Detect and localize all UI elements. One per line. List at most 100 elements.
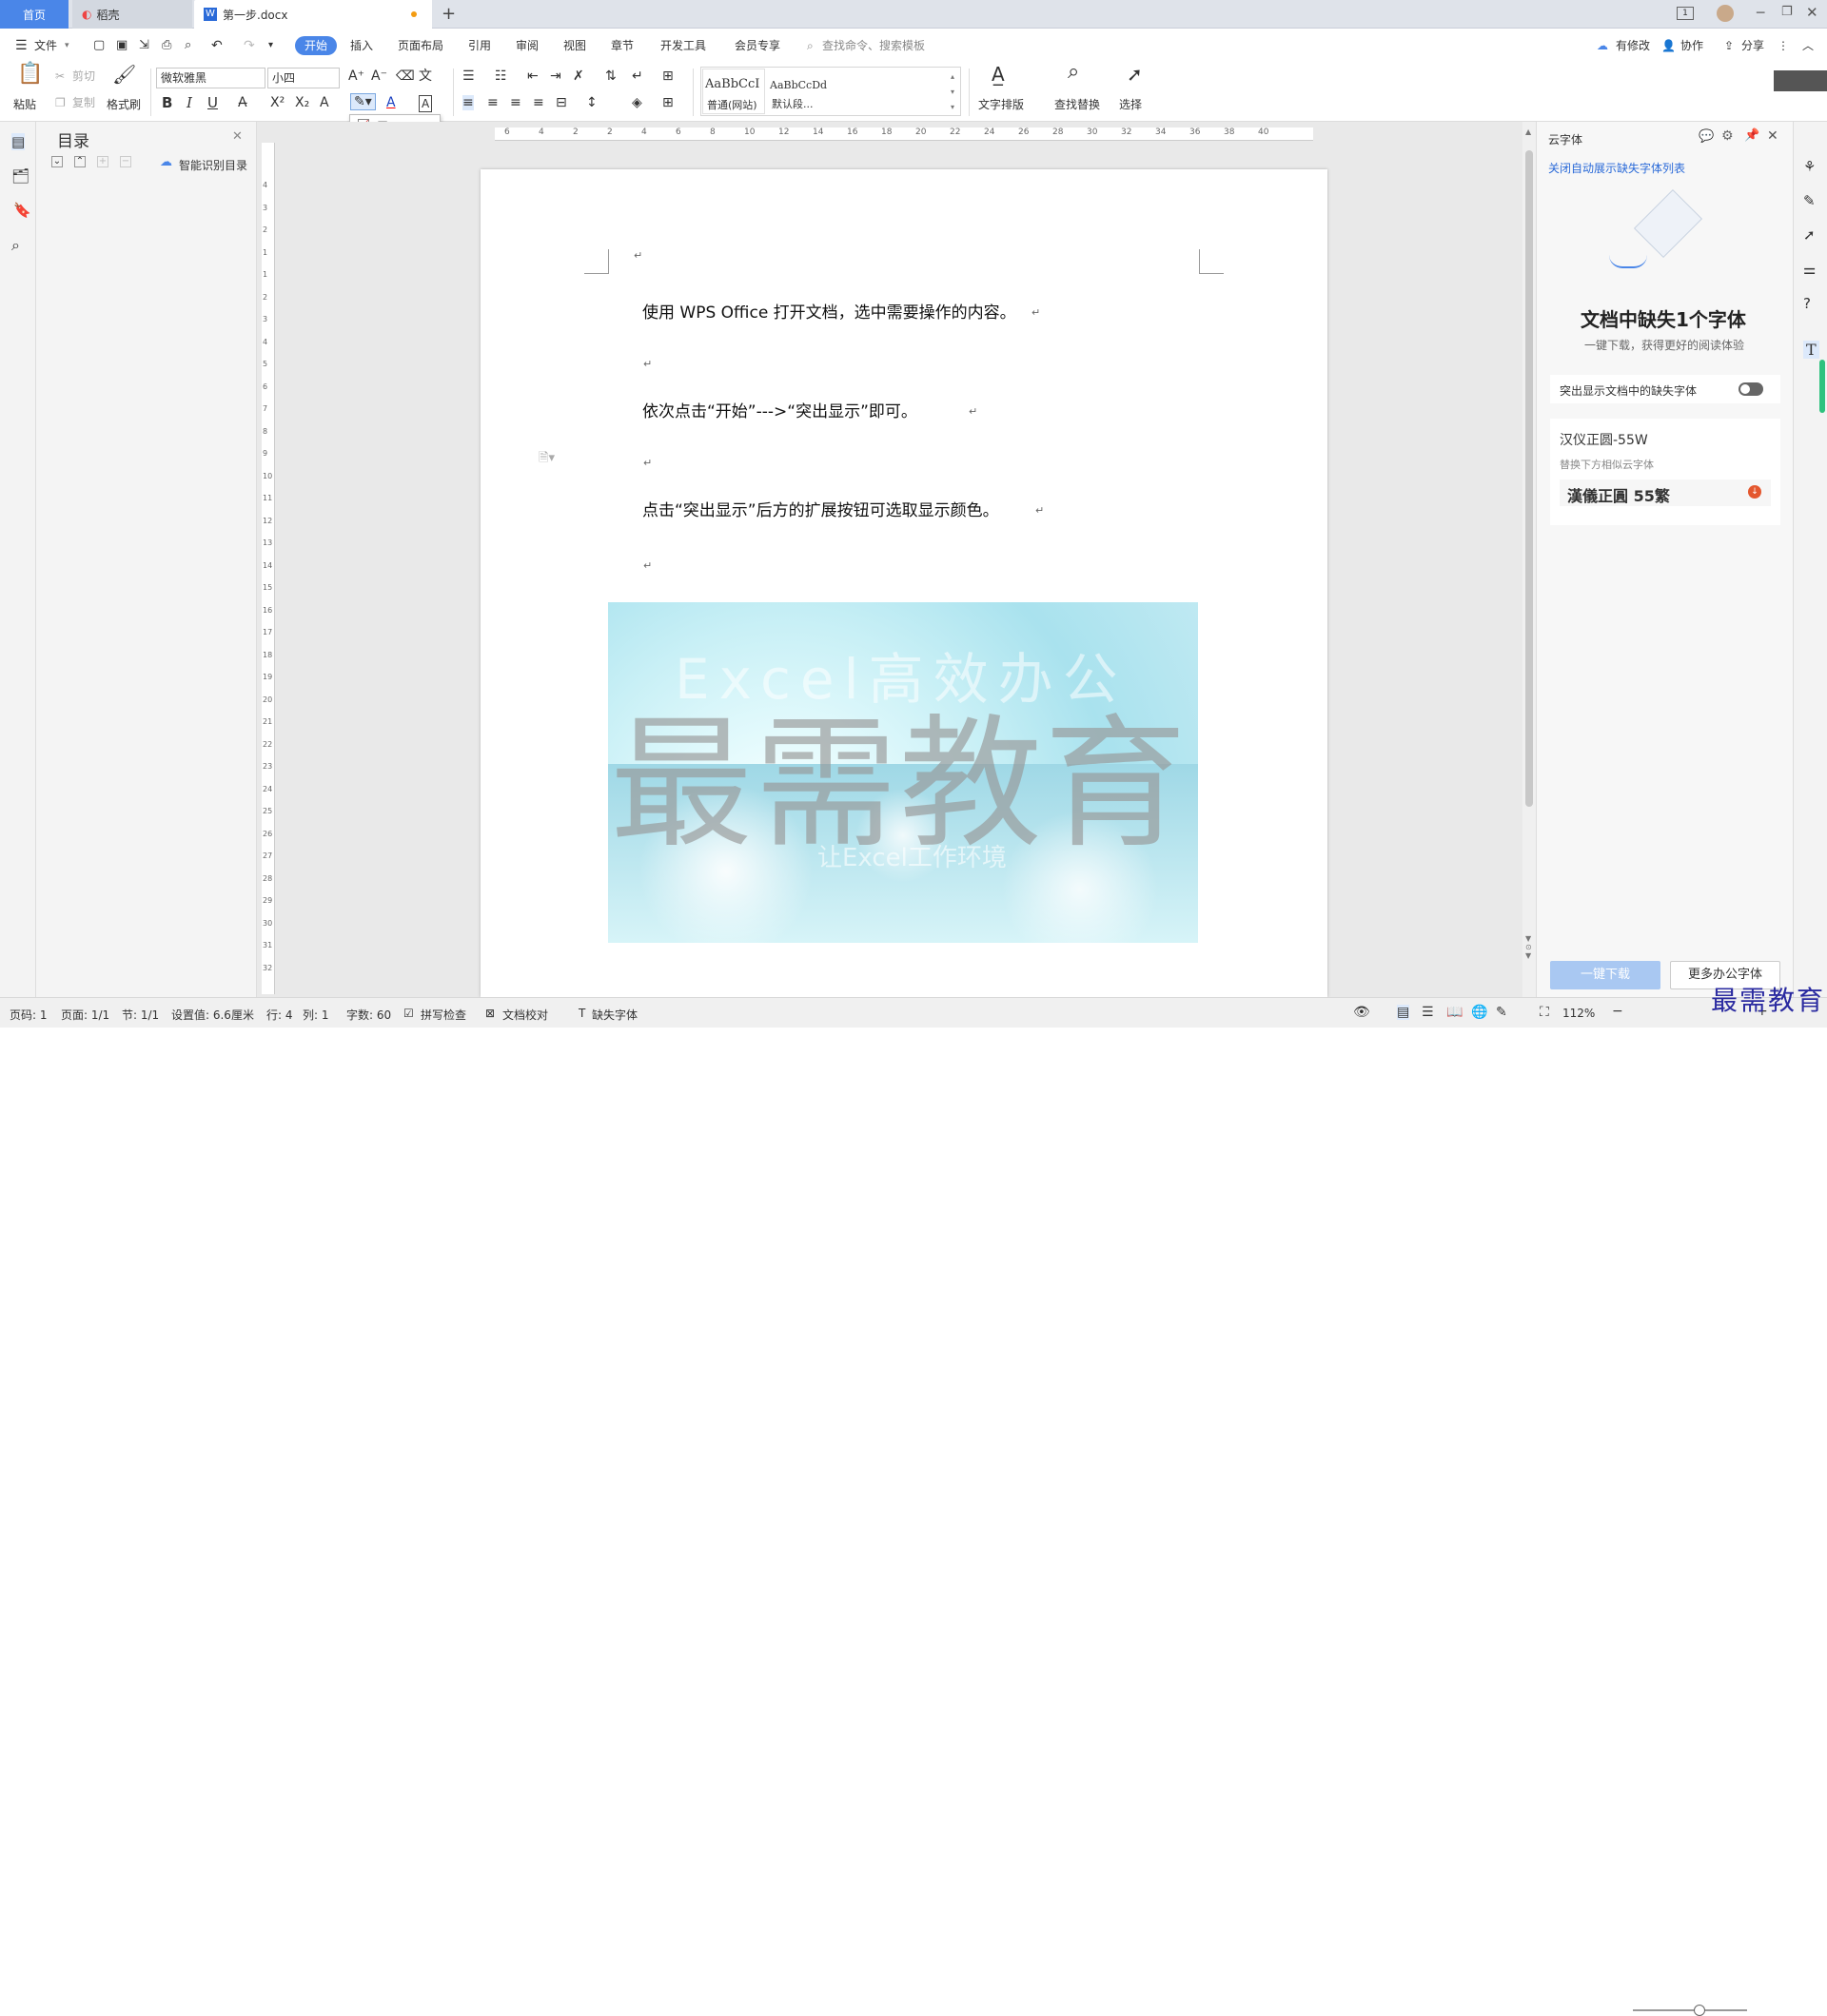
pin-icon[interactable]: 📌 [1744, 128, 1759, 143]
spellcheck-button[interactable]: 拼写检查 [421, 1007, 466, 1023]
menu-page-layout[interactable]: 页面布局 [398, 36, 443, 55]
save-icon[interactable]: ▣ [116, 36, 128, 55]
proof-button[interactable]: 文档校对 [502, 1007, 548, 1023]
decrease-indent-icon[interactable]: ⇤ [527, 69, 539, 84]
edit-icon[interactable]: ✎ [1803, 192, 1816, 209]
line-spacing-icon[interactable]: ↕ [586, 95, 598, 110]
phonetic-icon[interactable]: 文 [419, 69, 432, 84]
missing-font-button[interactable]: 缺失字体 [592, 1007, 638, 1023]
cursor-icon[interactable]: ➚ [1803, 226, 1816, 244]
modify-button[interactable]: 有修改 [1616, 36, 1650, 55]
close-icon[interactable]: ✕ [232, 129, 243, 144]
zoom-out-icon[interactable]: − [1612, 1004, 1623, 1019]
close-auto-show-link[interactable]: 关闭自动展示缺失字体列表 [1548, 160, 1685, 176]
customize-icon[interactable]: ▾ [268, 36, 273, 55]
paste-button[interactable]: 粘贴 [13, 97, 36, 112]
collab-button[interactable]: 协作 [1680, 36, 1703, 55]
undo-icon[interactable]: ↶ [211, 36, 223, 55]
status-words[interactable]: 字数: 60 [346, 1007, 391, 1023]
one-click-download-button[interactable]: 一键下载 [1550, 961, 1660, 989]
help-icon[interactable]: ? [1803, 295, 1811, 312]
doc-paragraph-1[interactable]: 使用 WPS Office 打开文档，选中需要操作的内容。 [642, 299, 1016, 323]
bookmark-icon[interactable]: 🔖 [13, 202, 31, 219]
collapse-ribbon-icon[interactable]: ︿ [1802, 36, 1814, 55]
style-default-para[interactable]: AaBbCcDd 默认段... [768, 69, 939, 114]
font-size-select[interactable]: 小四 [267, 68, 340, 88]
style-icon[interactable]: ⚘ [1803, 158, 1816, 175]
zoom-level[interactable]: 112% [1562, 1007, 1595, 1020]
bold-button[interactable]: B [162, 95, 172, 110]
chat-icon[interactable]: 💬 [1699, 129, 1714, 144]
borders-icon[interactable]: ⊞ [662, 95, 674, 110]
align-right-icon[interactable]: ≡ [510, 95, 521, 110]
strikethrough-icon[interactable]: A̶ [238, 95, 247, 110]
align-left-icon[interactable]: ≡ [462, 95, 474, 110]
print-preview-icon[interactable]: ⌕ [185, 36, 191, 55]
replacement-font-item[interactable]: 漢儀正圓 55繁 ↓ [1560, 480, 1771, 506]
status-setting[interactable]: 设置值: 6.6厘米 [171, 1007, 254, 1023]
smart-toc-button[interactable]: 智能识别目录 [179, 157, 247, 173]
menu-member[interactable]: 会员专享 [735, 36, 780, 55]
eye-protect-icon[interactable]: 👁 [1353, 1005, 1370, 1020]
add-level-icon[interactable]: + [97, 156, 108, 167]
screen-recorder-widget[interactable] [1774, 70, 1827, 91]
increase-indent-icon[interactable]: ⇥ [550, 69, 561, 84]
shrink-font-icon[interactable]: A⁻ [371, 69, 387, 84]
tab-list-icon[interactable]: 1 [1677, 7, 1694, 20]
gallery-more-icon[interactable]: ▴ ▾ ▾ [951, 69, 954, 115]
menu-file[interactable]: 文件 [34, 36, 57, 55]
table-layout-icon[interactable]: ⊞ [662, 69, 674, 84]
sliders-icon[interactable]: ⚌ [1803, 261, 1816, 278]
minimize-icon[interactable]: ─ [1757, 6, 1764, 21]
redo-icon[interactable]: ↷ [244, 36, 255, 55]
menu-developer[interactable]: 开发工具 [660, 36, 706, 55]
cloud-font-title[interactable]: 云字体 [1548, 131, 1582, 147]
status-section[interactable]: 节: 1/1 [122, 1007, 159, 1023]
status-col[interactable]: 列: 1 [303, 1007, 329, 1023]
remove-level-icon[interactable]: − [120, 156, 131, 167]
close-icon[interactable]: ✕ [1767, 128, 1778, 144]
sort-icon[interactable]: ⇅ [605, 69, 617, 84]
select-button[interactable]: 选择 [1119, 97, 1142, 112]
web-view-icon[interactable]: 🌐 [1471, 1005, 1487, 1020]
menu-references[interactable]: 引用 [468, 36, 491, 55]
avatar[interactable] [1717, 5, 1734, 22]
text-layout-button[interactable]: 文字排版 [978, 97, 1024, 112]
reading-view-icon[interactable]: 📖 [1446, 1005, 1463, 1020]
export-icon[interactable]: ⇲ [139, 36, 149, 55]
document-image[interactable]: Excel高效办公 最需教育 让Excel工作环境 [608, 602, 1198, 943]
superscript-icon[interactable]: X² [270, 95, 285, 110]
cut-button[interactable]: 剪切 [72, 69, 95, 84]
highlight-icon[interactable]: ✎▾ [350, 93, 376, 110]
menu-chapter[interactable]: 章节 [611, 36, 634, 55]
show-marks-icon[interactable]: ↵ [632, 69, 643, 84]
format-painter-icon[interactable]: 🖌 [112, 65, 136, 84]
command-search-input[interactable]: 查找命令、搜索模板 [822, 36, 925, 55]
char-border-icon[interactable]: A [419, 95, 433, 112]
underline-button[interactable]: U [207, 95, 218, 110]
print-icon[interactable]: ⎙ [162, 36, 171, 55]
chinese-layout-icon[interactable]: ✗ [573, 69, 584, 84]
style-normal-web[interactable]: AaBbCcI 普通(网站) [702, 69, 765, 114]
format-painter-button[interactable]: 格式刷 [107, 97, 141, 112]
outline-view-icon[interactable]: ☰ [1422, 1005, 1434, 1020]
font-t-icon[interactable]: T [1803, 341, 1819, 359]
more-icon[interactable]: ⋮ [1778, 36, 1789, 55]
status-pages[interactable]: 页面: 1/1 [61, 1007, 109, 1023]
toc-icon[interactable]: ▤ [11, 133, 26, 150]
shading-icon[interactable]: ◈ [632, 95, 642, 110]
find-replace-icon[interactable]: ⌕ [1068, 62, 1079, 83]
search-icon[interactable]: ⌕ [11, 236, 20, 255]
justify-icon[interactable]: ≡ [533, 95, 544, 110]
fit-page-icon[interactable]: ⛶ [1540, 1005, 1549, 1020]
clear-format-icon[interactable]: ⌫ [396, 69, 415, 84]
hamburger-icon[interactable]: ☰ [15, 36, 28, 55]
scroll-up-icon[interactable]: ▲ [1525, 127, 1531, 136]
new-doc-icon[interactable]: ▢ [93, 36, 105, 55]
menu-review[interactable]: 审阅 [516, 36, 539, 55]
tab-document[interactable]: W 第一步.docx [194, 0, 432, 29]
paragraph-handle-icon[interactable]: 🗎▾ [539, 449, 555, 470]
font-name-select[interactable]: 微软雅黑 [156, 68, 265, 88]
close-icon[interactable]: ✕ [1806, 4, 1818, 21]
font-color-icon[interactable]: A [386, 95, 396, 110]
